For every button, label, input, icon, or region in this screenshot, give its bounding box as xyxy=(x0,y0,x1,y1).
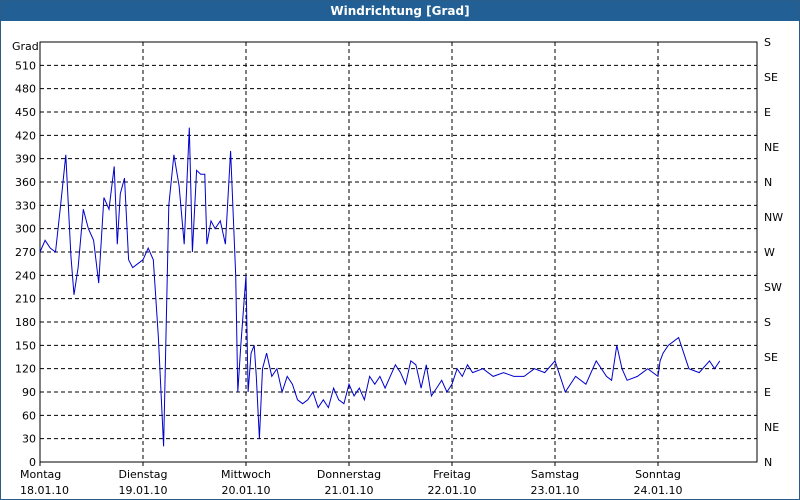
x-tick-day: Samstag xyxy=(531,468,579,481)
y-axis-label: Grad xyxy=(12,40,39,53)
y-tick-label: 300 xyxy=(15,223,36,236)
compass-tick-label: SW xyxy=(764,281,782,294)
wind-direction-chart: Grad 03060901201501802102402703003303603… xyxy=(12,36,783,497)
y-tick-label: 270 xyxy=(15,246,36,259)
y-tick-label: 390 xyxy=(15,153,36,166)
compass-tick-label: NE xyxy=(764,421,779,434)
x-tick-date: 24.01.10 xyxy=(634,484,683,497)
x-tick-date: 23.01.10 xyxy=(531,484,580,497)
y-tick-label: 480 xyxy=(15,83,36,96)
compass-tick-label: S xyxy=(764,316,771,329)
compass-tick-label: E xyxy=(764,106,771,119)
compass-tick-label: N xyxy=(764,176,772,189)
y-tick-label: 30 xyxy=(22,433,36,446)
y-tick-label: 90 xyxy=(22,386,36,399)
grid xyxy=(40,42,757,462)
x-tick-date: 18.01.10 xyxy=(20,484,69,497)
y-tick-label: 150 xyxy=(15,339,36,352)
x-tick-day: Montag xyxy=(20,468,61,481)
x-tick-date: 20.01.10 xyxy=(222,484,271,497)
y-tick-label: 120 xyxy=(15,363,36,376)
compass-tick-label: S xyxy=(764,36,771,49)
x-axis-ticks: Montag 18.01.10 Dienstag 19.01.10 Mittwoch 20… xyxy=(20,462,682,497)
y-tick-label: 60 xyxy=(22,409,36,422)
y-tick-label: 420 xyxy=(15,129,36,142)
series-line xyxy=(39,127,721,447)
compass-tick-label: E xyxy=(764,386,771,399)
y-tick-label: 510 xyxy=(15,59,36,72)
left-axis-ticks: 0306090120150180210240270300330360390420… xyxy=(15,59,36,469)
compass-tick-label: NE xyxy=(764,141,779,154)
x-tick-day: Dienstag xyxy=(118,468,167,481)
compass-tick-label: NW xyxy=(764,211,783,224)
x-tick-date: 22.01.10 xyxy=(428,484,477,497)
y-tick-label: 330 xyxy=(15,199,36,212)
x-tick-date: 21.01.10 xyxy=(325,484,374,497)
compass-tick-label: W xyxy=(764,246,775,259)
compass-tick-label: N xyxy=(764,456,772,469)
x-tick-day: Freitag xyxy=(433,468,471,481)
x-tick-date: 19.01.10 xyxy=(119,484,168,497)
y-tick-label: 240 xyxy=(15,269,36,282)
compass-tick-label: SE xyxy=(764,71,778,84)
x-tick-day: Sonntag xyxy=(635,468,681,481)
y-tick-label: 180 xyxy=(15,316,36,329)
right-axis-ticks: N NE E SE S SW W NW N NE E SE S xyxy=(764,36,783,469)
y-tick-label: 210 xyxy=(15,293,36,306)
y-tick-label: 360 xyxy=(15,176,36,189)
x-tick-day: Donnerstag xyxy=(317,468,381,481)
y-tick-label: 450 xyxy=(15,106,36,119)
x-tick-day: Mittwoch xyxy=(221,468,271,481)
compass-tick-label: SE xyxy=(764,351,778,364)
